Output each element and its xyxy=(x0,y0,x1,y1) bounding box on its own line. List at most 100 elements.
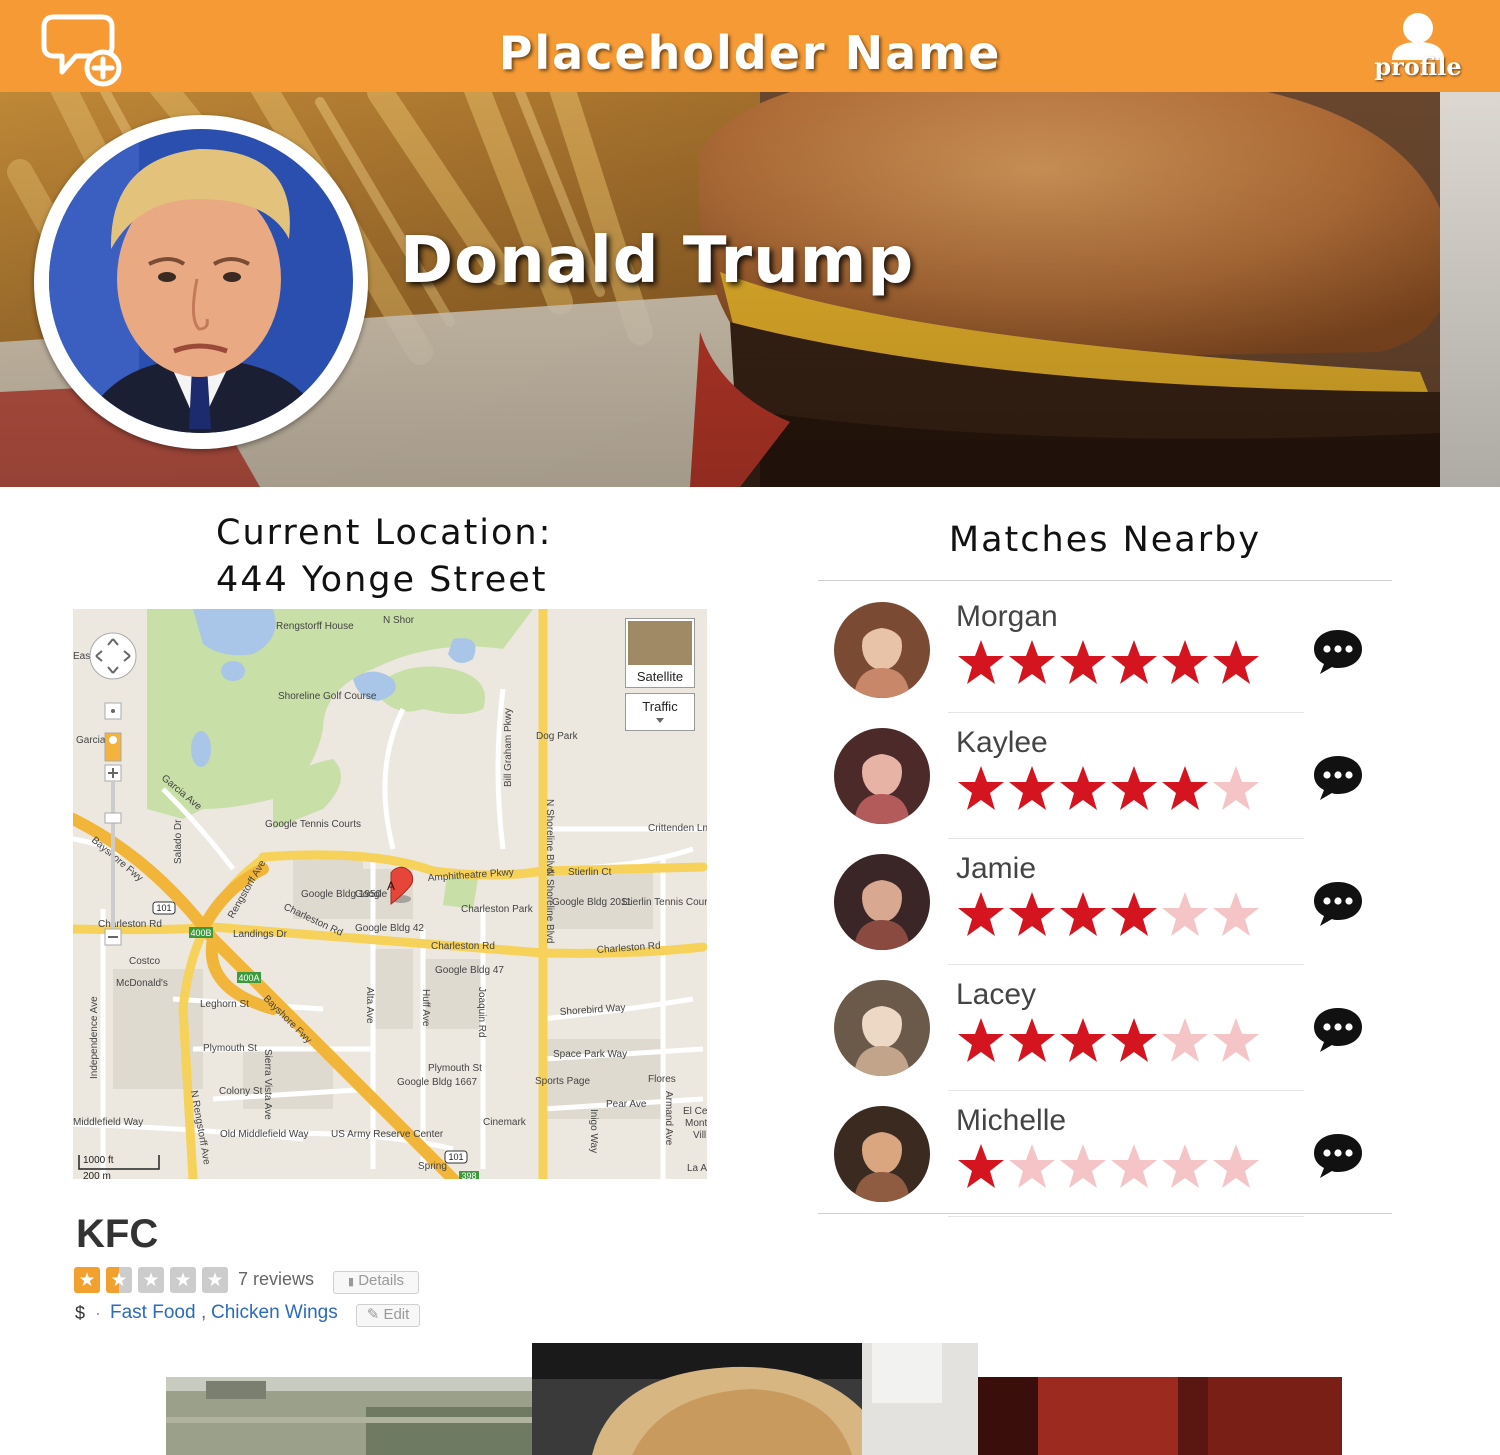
row-divider xyxy=(948,1216,1304,1217)
separator: · xyxy=(95,1303,101,1323)
map-label: Sports Page xyxy=(535,1076,590,1087)
details-button[interactable]: ▮ Details xyxy=(333,1271,419,1294)
match-row[interactable]: Kaylee xyxy=(818,712,1392,839)
map-label: Colony St xyxy=(219,1086,263,1097)
map-label: Monte xyxy=(685,1118,707,1129)
divider xyxy=(818,580,1392,581)
satellite-label: Satellite xyxy=(636,669,684,684)
hero-banner: Donald Trump xyxy=(0,92,1500,487)
match-rating xyxy=(956,764,1262,816)
match-rating xyxy=(956,890,1262,942)
location-map[interactable]: Rengstorff House Shoreline Golf Course D… xyxy=(73,609,707,1179)
scale-label: 1000 ft xyxy=(83,1155,114,1166)
business-photo[interactable] xyxy=(166,1377,532,1455)
match-name: Michelle xyxy=(956,1104,1067,1137)
match-row[interactable]: Morgan xyxy=(818,586,1392,713)
traffic-toggle[interactable]: Traffic xyxy=(625,693,695,731)
rating-star-icon xyxy=(1009,766,1055,810)
match-avatar[interactable] xyxy=(834,728,930,824)
match-row[interactable]: Michelle xyxy=(818,1090,1392,1217)
star-icon: ★ xyxy=(202,1267,228,1293)
match-avatar[interactable] xyxy=(834,1106,930,1202)
map-label: Leghorn St xyxy=(200,999,249,1010)
business-rating: ★ ★ ★ ★ ★ xyxy=(74,1267,234,1293)
match-name: Kaylee xyxy=(956,726,1048,759)
user-display-name: Donald Trump xyxy=(400,224,915,298)
match-avatar[interactable] xyxy=(834,854,930,950)
map-label: Charleston Rd xyxy=(98,919,162,930)
map-label: Joaquin Rd xyxy=(476,987,487,1038)
star-icon: ★ xyxy=(106,1267,132,1293)
highway-shield: 101 xyxy=(448,1152,463,1162)
review-count[interactable]: 7 reviews xyxy=(238,1269,314,1290)
map-canvas[interactable]: Rengstorff House Shoreline Golf Course D… xyxy=(73,609,707,1179)
map-label: Charleston Park xyxy=(461,904,534,915)
map-label: Plymouth St xyxy=(203,1043,257,1054)
map-label: N Shoreline Blvd xyxy=(544,799,555,873)
star-icon: ★ xyxy=(170,1267,196,1293)
rating-star-icon xyxy=(1009,892,1055,936)
business-photo[interactable] xyxy=(532,1343,978,1455)
map-label: Armand Ave xyxy=(663,1091,674,1146)
rating-star-icon xyxy=(1111,1144,1157,1188)
business-photo[interactable] xyxy=(978,1377,1342,1455)
match-row[interactable]: Lacey xyxy=(818,964,1392,1091)
pencil-icon: ✎ xyxy=(366,1306,380,1323)
rating-star-icon xyxy=(1213,892,1259,936)
satellite-toggle[interactable]: Satellite xyxy=(625,618,695,688)
rating-star-icon xyxy=(958,892,1004,936)
match-avatar[interactable] xyxy=(834,980,930,1076)
current-location-address: 444 Yonge Street xyxy=(216,560,548,600)
profile-avatar[interactable] xyxy=(34,115,368,449)
map-label: El Ce xyxy=(683,1106,707,1117)
map-label: Cinemark xyxy=(483,1117,527,1128)
rating-star-icon xyxy=(1060,892,1106,936)
map-label: Shoreline Golf Course xyxy=(278,691,377,702)
map-label: N Shoreline Blvd xyxy=(544,869,555,943)
map-pin-icon[interactable]: A xyxy=(387,866,414,906)
profile-button[interactable]: profile xyxy=(1370,10,1466,86)
rating-star-icon xyxy=(958,1018,1004,1062)
match-row[interactable]: Jamie xyxy=(818,838,1392,965)
map-label: Flores xyxy=(648,1074,676,1085)
map-label: Crittenden Ln xyxy=(648,823,707,834)
rating-star-icon xyxy=(1162,766,1208,810)
map-pan-control[interactable] xyxy=(89,632,137,680)
rating-star-icon xyxy=(1213,1018,1259,1062)
match-name: Lacey xyxy=(956,978,1037,1011)
exit-label: 398 xyxy=(461,1171,476,1179)
current-location-heading: Current Location: 444 Yonge Street xyxy=(216,510,552,604)
chat-bubble-icon[interactable] xyxy=(1312,1004,1364,1056)
map-label: Stierlin Ct xyxy=(568,867,612,878)
price-level: $ xyxy=(75,1303,86,1323)
chat-bubble-icon[interactable] xyxy=(1312,1130,1364,1182)
map-label: Google Bldg 2011 xyxy=(552,897,632,908)
exit-label: 400A xyxy=(238,973,259,983)
scale-label: 200 m xyxy=(83,1171,111,1179)
map-label: Middlefield Way xyxy=(73,1117,143,1128)
map-label: Google Tennis Courts xyxy=(265,819,361,830)
rating-star-icon xyxy=(1009,1144,1055,1188)
match-avatar[interactable] xyxy=(834,602,930,698)
match-rating xyxy=(956,1016,1262,1068)
chat-bubble-icon[interactable] xyxy=(1312,878,1364,930)
rating-star-icon xyxy=(1162,1144,1208,1188)
map-label: Independence Ave xyxy=(89,996,100,1079)
map-label: Charleston Rd xyxy=(431,941,495,952)
rating-star-icon xyxy=(1060,640,1106,684)
rating-star-icon xyxy=(958,1144,1004,1188)
category-separator: , xyxy=(201,1302,207,1323)
category-link[interactable]: Fast Food xyxy=(110,1302,196,1324)
app-title: Placeholder Name xyxy=(498,26,1002,80)
highway-shield: 101 xyxy=(156,903,171,913)
chevron-down-icon xyxy=(656,718,664,723)
edit-button[interactable]: ✎ Edit xyxy=(356,1304,420,1327)
chat-bubble-icon[interactable] xyxy=(1312,626,1364,678)
category-link[interactable]: Chicken Wings xyxy=(211,1302,338,1324)
exit-label: 400B xyxy=(190,928,211,938)
business-name[interactable]: KFC xyxy=(76,1212,158,1257)
bar-chart-icon: ▮ xyxy=(347,1276,355,1288)
map-label: Google xyxy=(355,889,388,900)
chat-bubble-icon[interactable] xyxy=(1312,752,1364,804)
rating-star-icon xyxy=(1162,640,1208,684)
